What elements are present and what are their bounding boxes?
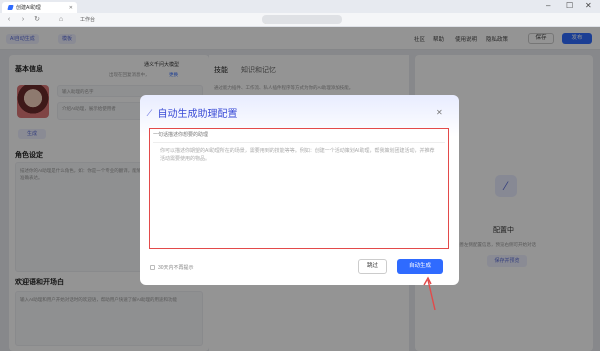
url-field[interactable] bbox=[262, 15, 342, 24]
close-tab-icon[interactable]: ✕ bbox=[69, 5, 73, 11]
browser-tab-bar: 创建AI助理 ✕ – ☐ ✕ bbox=[0, 0, 600, 13]
close-window-icon[interactable]: ✕ bbox=[585, 1, 592, 10]
annotation-arrow-icon bbox=[423, 276, 436, 311]
workspace-link[interactable]: 工作台 bbox=[80, 15, 95, 25]
checkbox-box[interactable] bbox=[150, 265, 155, 270]
tab-title: 创建AI助理 bbox=[16, 5, 41, 11]
auto-generate-dialog: ⁄ 自动生成助理配置 ✕ 一句话描述你想要的助理 你可以描述你期望的AI助理所在的… bbox=[140, 95, 459, 285]
close-icon[interactable]: ✕ bbox=[436, 108, 443, 117]
forward-icon[interactable]: › bbox=[18, 15, 28, 25]
dont-remind-checkbox[interactable]: 30天内不再提示 bbox=[150, 264, 194, 271]
textarea-label: 一句话描述你想要的助理 bbox=[153, 132, 209, 138]
description-textarea[interactable]: 一句话描述你想要的助理 你可以描述你期望的AI助理所在的场景，需要用到的技能等等… bbox=[149, 128, 449, 249]
dialog-title-text: 自动生成助理配置 bbox=[157, 109, 238, 120]
reload-icon[interactable]: ↻ bbox=[32, 15, 42, 25]
textarea-placeholder: 你可以描述你期望的AI助理所在的场景，需要用到的技能等等。例如：创建一个活动策划… bbox=[153, 142, 445, 168]
address-bar: ‹ › ↻ ⌂ 工作台 bbox=[0, 13, 600, 27]
app-logo-icon bbox=[7, 5, 14, 10]
dialog-title: ⁄ 自动生成助理配置 bbox=[149, 105, 238, 121]
back-icon[interactable]: ‹ bbox=[4, 15, 14, 25]
dont-remind-label: 30天内不再提示 bbox=[158, 265, 194, 271]
browser-tab[interactable]: 创建AI助理 ✕ bbox=[2, 2, 77, 13]
minimize-icon[interactable]: – bbox=[546, 1, 550, 10]
dialog-title-icon: ⁄ bbox=[149, 107, 151, 118]
auto-generate-button[interactable]: 自动生成 bbox=[397, 259, 443, 274]
skip-button[interactable]: 跳过 bbox=[358, 259, 387, 274]
maximize-icon[interactable]: ☐ bbox=[566, 1, 573, 10]
home-icon[interactable]: ⌂ bbox=[56, 15, 66, 25]
